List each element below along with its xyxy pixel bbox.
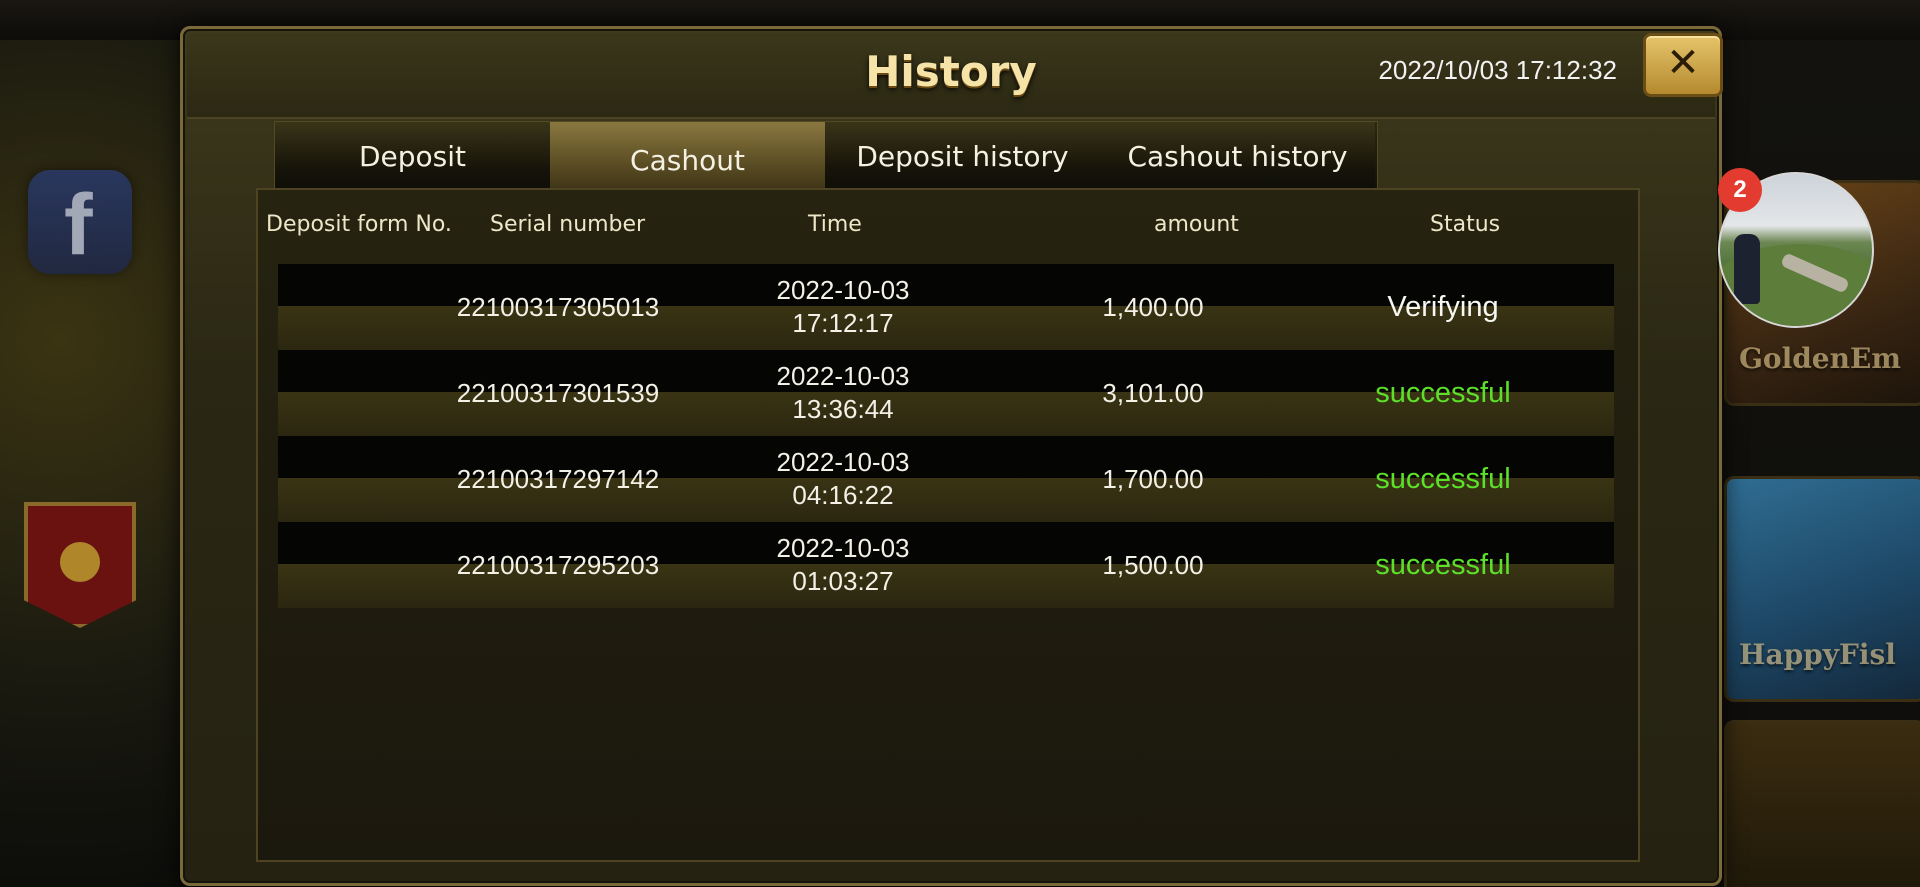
time-text: 01:03:27	[792, 566, 894, 596]
history-tabs: Deposit Cashout Deposit history Cashout …	[274, 121, 1378, 190]
close-icon: ✕	[1666, 40, 1700, 86]
time-text: 04:16:22	[792, 480, 894, 510]
current-datetime: 2022/10/03 17:12:32	[1378, 55, 1617, 85]
time-cell: 2022-10-03 04:16:22	[718, 436, 968, 522]
serial-number-cell: 22100317305013	[456, 291, 660, 322]
table-header: Deposit form No. Serial number Time amou…	[258, 212, 1638, 244]
game-tile-label: HappyFisl	[1739, 638, 1896, 671]
game-tile-happyfish[interactable]: HappyFisl	[1724, 476, 1920, 702]
time-cell: 2022-10-03 17:12:17	[718, 264, 968, 350]
date-text: 2022-10-03	[776, 275, 910, 305]
tab-deposit[interactable]: Deposit	[275, 122, 550, 189]
column-header-serial-number: Serial number	[490, 212, 646, 237]
tab-label: Deposit history	[856, 140, 1069, 173]
status-cell: successful	[1375, 376, 1511, 409]
game-tile-label: GoldenEm	[1739, 342, 1901, 375]
facebook-glyph: f	[64, 177, 93, 273]
game-tile-bottom[interactable]	[1724, 720, 1920, 887]
amount-cell: 3,101.00	[1102, 377, 1204, 408]
tab-deposit-history[interactable]: Deposit history	[825, 122, 1100, 189]
tab-cashout[interactable]: Cashout	[550, 122, 825, 189]
table-row[interactable]: 22100317295203 2022-10-03 01:03:27 1,500…	[278, 522, 1614, 608]
date-text: 2022-10-03	[776, 447, 910, 477]
date-text: 2022-10-03	[776, 361, 910, 391]
close-button[interactable]: ✕	[1643, 33, 1723, 97]
column-header-deposit-form-no: Deposit form No.	[266, 212, 452, 237]
left-panel: f	[0, 40, 180, 887]
time-text: 17:12:17	[792, 308, 894, 338]
time-cell: 2022-10-03 01:03:27	[718, 522, 968, 608]
column-header-status: Status	[1430, 212, 1501, 237]
dialog-header: History 2022/10/03 17:12:32 ✕	[187, 33, 1723, 119]
status-cell: Verifying	[1387, 290, 1499, 323]
status-cell: successful	[1375, 548, 1511, 581]
table-row[interactable]: 22100317301539 2022-10-03 13:36:44 3,101…	[278, 350, 1614, 436]
table-row[interactable]: 22100317297142 2022-10-03 04:16:22 1,700…	[278, 436, 1614, 522]
tab-label: Cashout history	[1127, 140, 1348, 173]
notification-badge: 2	[1718, 168, 1762, 212]
time-cell: 2022-10-03 13:36:44	[718, 350, 968, 436]
column-header-amount: amount	[1154, 212, 1239, 237]
tab-label: Deposit	[358, 140, 467, 173]
table-row[interactable]: 22100317305013 2022-10-03 17:12:17 1,400…	[278, 264, 1614, 350]
amount-cell: 1,700.00	[1102, 463, 1204, 494]
banner-icon[interactable]	[24, 502, 136, 628]
facebook-icon[interactable]: f	[28, 170, 132, 274]
amount-cell: 1,500.00	[1102, 549, 1204, 580]
serial-number-cell: 22100317295203	[456, 549, 660, 580]
serial-number-cell: 22100317301539	[456, 377, 660, 408]
serial-number-cell: 22100317297142	[456, 463, 660, 494]
status-cell: successful	[1375, 462, 1511, 495]
amount-cell: 1,400.00	[1102, 291, 1204, 322]
date-text: 2022-10-03	[776, 533, 910, 563]
table-body: 22100317305013 2022-10-03 17:12:17 1,400…	[278, 264, 1614, 608]
tab-label: Cashout	[630, 144, 745, 177]
time-text: 13:36:44	[792, 394, 894, 424]
column-header-time: Time	[808, 212, 862, 237]
tab-cashout-history[interactable]: Cashout history	[1100, 122, 1375, 189]
history-table: Deposit form No. Serial number Time amou…	[256, 188, 1640, 862]
